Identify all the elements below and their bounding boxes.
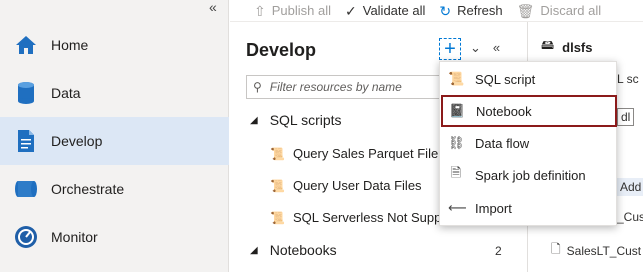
nav-label-monitor: Monitor xyxy=(51,229,98,245)
nav-label-orchestrate: Orchestrate xyxy=(51,181,125,197)
sql-fragment: L sc xyxy=(617,72,639,86)
menu-item-import[interactable]: ⟵ Import xyxy=(440,192,618,224)
nav-item-data[interactable]: Data xyxy=(0,69,229,117)
menu-label: SQL script xyxy=(475,71,536,87)
workspace-header: 🖴 dlsfs xyxy=(541,36,592,58)
menu-item-data-flow[interactable]: ⛓ Data flow xyxy=(440,127,618,159)
caret-down-icon: ◢ xyxy=(250,244,258,256)
new-resource-menu: 📜 SQL script 📓 Notebook ⛓ Data flow 🗎 Sp… xyxy=(439,61,617,226)
left-navigation: « Home Data Develop Orchestrate Monitor xyxy=(0,0,229,272)
caret-down-icon: ◢ xyxy=(250,114,258,126)
section-label: Notebooks xyxy=(269,242,337,258)
validate-all-button[interactable]: ✓ Validate all xyxy=(345,3,425,18)
notebook-icon: 📓 xyxy=(449,103,466,118)
menu-label: Data flow xyxy=(475,135,530,151)
dropdown-fragment[interactable]: dl xyxy=(617,108,635,126)
add-button[interactable]: Add xyxy=(617,178,643,196)
dataflow-icon: ⛓ xyxy=(448,135,465,150)
script-file-icon: 📜 xyxy=(270,210,285,225)
file-label: SalesLT_Cust xyxy=(566,243,642,258)
refresh-button[interactable]: ↻ Refresh xyxy=(439,3,502,18)
toolbar: ⇧ Publish all ✓ Validate all ↻ Refresh 🗑… xyxy=(230,0,643,22)
list-item[interactable]: 📜 Query User Data Files xyxy=(270,178,440,193)
list-item[interactable]: 📜 SQL Serverless Not Supported xyxy=(270,210,440,225)
upload-icon: ⇧ xyxy=(254,2,266,19)
section-sql-scripts[interactable]: ◢ SQL scripts xyxy=(250,112,342,128)
menu-label: Spark job definition xyxy=(475,167,586,183)
collapse-pane-icon[interactable]: « xyxy=(493,40,500,56)
section-label: SQL scripts xyxy=(269,112,342,128)
plus-icon: + xyxy=(444,38,456,60)
trash-icon: 🗑 xyxy=(516,2,535,19)
app-window: « Home Data Develop Orchestrate Monitor … xyxy=(0,0,643,272)
script-file-icon: 📜 xyxy=(270,146,285,161)
menu-item-sql-script[interactable]: 📜 SQL script xyxy=(440,63,618,95)
publish-all-button[interactable]: ⇧ Publish all xyxy=(254,3,331,18)
nav-label-develop: Develop xyxy=(51,133,103,149)
pane-controls: ⌄ « xyxy=(470,40,500,56)
validate-all-label: Validate all xyxy=(362,3,426,18)
sql-script-icon: 📜 xyxy=(448,71,465,86)
menu-label: Notebook xyxy=(476,103,532,119)
checkmark-icon: ✓ xyxy=(345,2,357,19)
discard-all-button[interactable]: 🗑 Discard all xyxy=(517,3,601,18)
add-resource-button[interactable]: + xyxy=(439,38,461,60)
list-item[interactable]: 📜 Query Sales Parquet File xyxy=(270,146,440,161)
file-label: Query Sales Parquet File xyxy=(292,146,439,161)
home-icon xyxy=(14,33,38,57)
spark-job-icon: 🗎 xyxy=(450,165,462,180)
page-title: Develop xyxy=(246,40,317,60)
notebooks-count: 2 xyxy=(495,244,502,258)
nav-label-data: Data xyxy=(51,85,81,101)
storage-icon: 🖴 xyxy=(541,37,555,52)
refresh-icon: ↻ xyxy=(439,2,452,19)
file-label: Query User Data Files xyxy=(292,178,422,193)
filter-placeholder: Filter resources by name xyxy=(269,80,402,94)
document-icon xyxy=(14,129,38,153)
pipeline-icon xyxy=(14,177,38,201)
menu-item-spark-job[interactable]: 🗎 Spark job definition xyxy=(440,159,618,191)
gauge-icon xyxy=(14,225,38,249)
nav-item-develop[interactable]: Develop xyxy=(0,117,229,165)
collapse-nav-button[interactable]: « xyxy=(209,0,217,14)
workspace-name: dlsfs xyxy=(562,39,593,55)
nav-item-home[interactable]: Home xyxy=(0,21,229,69)
nav-item-orchestrate[interactable]: Orchestrate xyxy=(0,165,229,213)
section-notebooks[interactable]: ◢ Notebooks xyxy=(250,242,337,258)
publish-all-label: Publish all xyxy=(271,3,331,18)
database-icon xyxy=(14,81,38,105)
discard-all-label: Discard all xyxy=(540,3,602,18)
menu-item-notebook[interactable]: 📓 Notebook xyxy=(441,95,617,127)
list-item[interactable]: 🗋 SalesLT_Cust xyxy=(551,240,641,261)
file-icon: 🗋 xyxy=(551,242,561,256)
refresh-label: Refresh xyxy=(457,3,503,18)
search-icon: ⚲ xyxy=(253,80,262,94)
nav-item-monitor[interactable]: Monitor xyxy=(0,213,229,261)
file-label: SQL Serverless Not Supported xyxy=(292,210,440,225)
nav-label-home: Home xyxy=(51,37,89,53)
table-fragment: _Cust xyxy=(617,210,643,224)
filter-resources-input[interactable]: ⚲ Filter resources by name xyxy=(246,75,444,99)
expand-down-icon[interactable]: ⌄ xyxy=(470,40,481,56)
script-file-icon: 📜 xyxy=(270,178,285,193)
menu-label: Import xyxy=(475,200,512,216)
import-icon: ⟵ xyxy=(448,200,467,215)
